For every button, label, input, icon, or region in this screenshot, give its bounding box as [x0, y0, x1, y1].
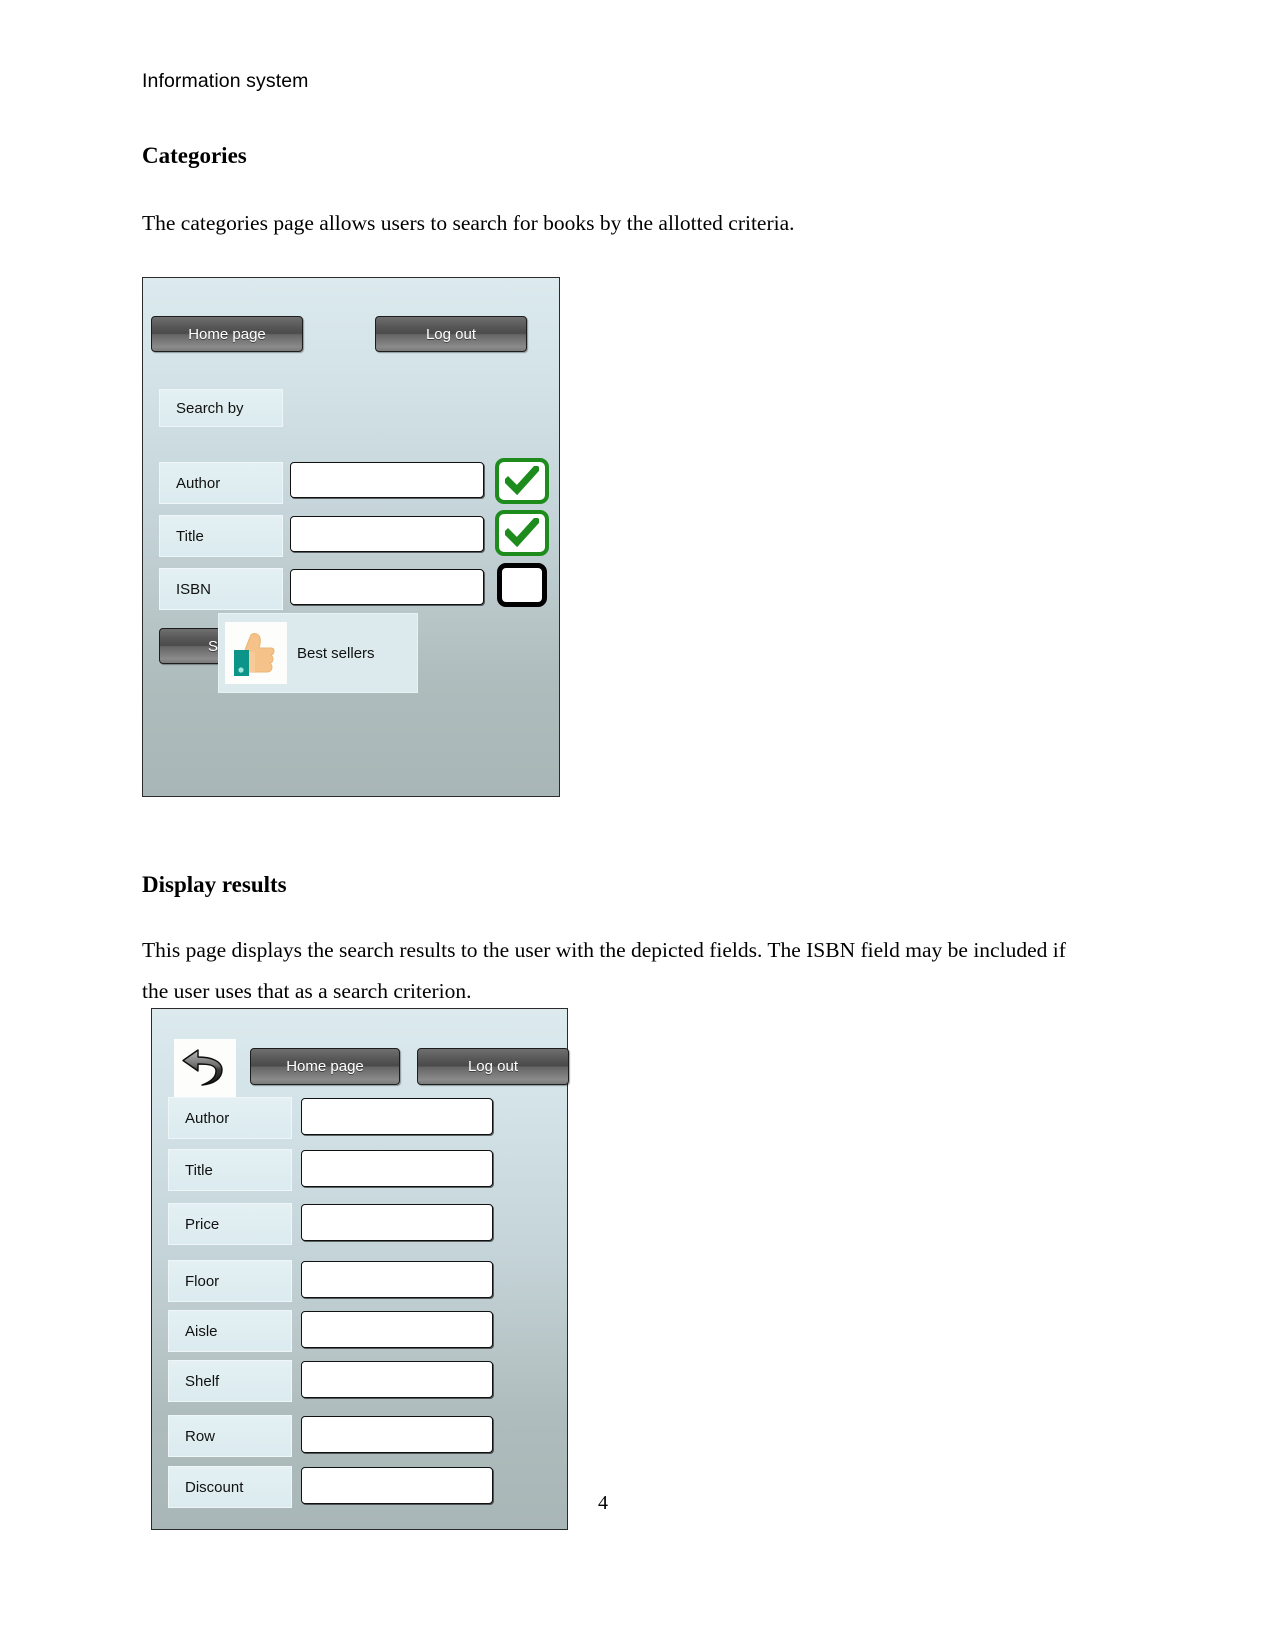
- field-label-row: Row: [168, 1415, 292, 1457]
- log-out-button[interactable]: Log out: [417, 1048, 569, 1085]
- best-sellers-button[interactable]: Best sellers: [219, 614, 417, 692]
- isbn-checkbox[interactable]: [497, 563, 547, 607]
- isbn-input[interactable]: [290, 569, 484, 605]
- title-input[interactable]: [290, 516, 484, 552]
- display-results-screen-mockup: Home page Log out Author Title Price Flo…: [151, 1008, 569, 1530]
- best-sellers-label: Best sellers: [297, 644, 375, 662]
- search-by-label: Search by: [159, 389, 283, 427]
- field-label-aisle: Aisle: [168, 1310, 292, 1352]
- discount-input[interactable]: [301, 1467, 493, 1504]
- field-label-discount: Discount: [168, 1466, 292, 1508]
- field-label-title: Title: [168, 1149, 292, 1191]
- paragraph-display-results: This page displays the search results to…: [142, 938, 1066, 1003]
- back-arrow-icon: [180, 1046, 230, 1093]
- title-input[interactable]: [301, 1150, 493, 1187]
- field-label-title: Title: [159, 515, 283, 557]
- field-label-isbn: ISBN: [159, 568, 283, 610]
- log-out-button[interactable]: Log out: [375, 316, 527, 352]
- page-title-categories: Categories: [142, 143, 247, 168]
- field-label-author: Author: [159, 462, 283, 504]
- aisle-input[interactable]: [301, 1311, 493, 1348]
- row-input[interactable]: [301, 1416, 493, 1453]
- price-input[interactable]: [301, 1204, 493, 1241]
- floor-input[interactable]: [301, 1261, 493, 1298]
- thumbs-up-icon: [225, 622, 287, 684]
- shelf-input[interactable]: [301, 1361, 493, 1398]
- field-label-author: Author: [168, 1097, 292, 1139]
- author-input[interactable]: [290, 462, 484, 498]
- field-label-floor: Floor: [168, 1260, 292, 1302]
- page-title-display-results: Display results: [142, 872, 287, 897]
- running-header: Information system: [142, 70, 309, 92]
- home-page-button[interactable]: Home page: [151, 316, 303, 352]
- categories-screen-mockup: Home page Log out Search by Author Title…: [142, 277, 560, 797]
- page-number: 4: [598, 1492, 608, 1514]
- author-checkbox[interactable]: [495, 458, 549, 504]
- field-label-price: Price: [168, 1203, 292, 1245]
- back-button[interactable]: [174, 1039, 236, 1099]
- field-label-shelf: Shelf: [168, 1360, 292, 1402]
- paragraph-categories: The categories page allows users to sear…: [142, 211, 795, 235]
- title-checkbox[interactable]: [495, 510, 549, 556]
- home-page-button[interactable]: Home page: [250, 1048, 400, 1085]
- author-input[interactable]: [301, 1098, 493, 1135]
